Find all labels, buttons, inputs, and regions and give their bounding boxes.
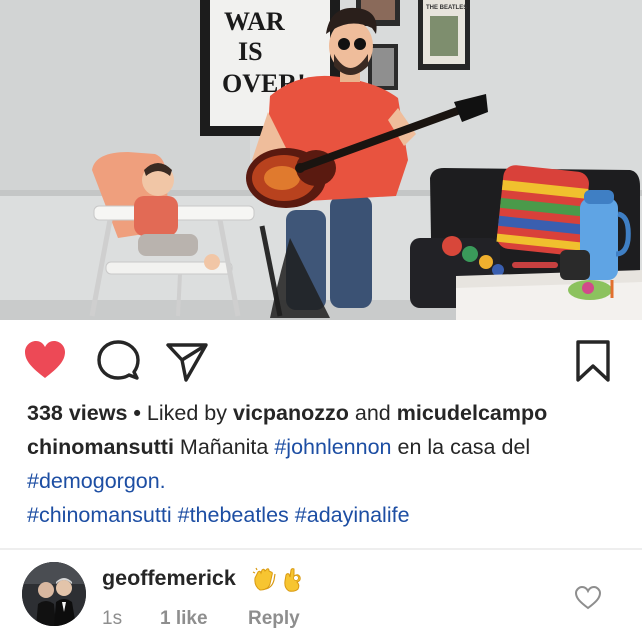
poster-text-is: IS [238, 37, 263, 66]
paper-plane-icon [166, 343, 208, 382]
poster-text-war: WAR [224, 7, 285, 36]
liked-by-prefix: Liked by [146, 401, 228, 425]
views-line: 338 views • Liked by vicpanozzo and micu… [27, 396, 627, 430]
comment-time: 1s [102, 608, 123, 629]
small-poster-text: THE BEATLES [426, 5, 467, 11]
post-caption: 338 views • Liked by vicpanozzo and micu… [27, 396, 627, 532]
like-button[interactable] [22, 338, 68, 384]
caption-line-3: #chinomansutti #thebeatles #adayinalife [27, 498, 627, 532]
clapping-hands-icon [252, 567, 276, 591]
save-button[interactable] [570, 338, 616, 384]
caption-text-1: Mañanita [179, 435, 269, 459]
comment-like-count[interactable]: 1 like [160, 608, 208, 630]
caption-line-1: chinomansutti Mañanita #johnlennon en la… [27, 430, 627, 464]
instagram-post: WAR IS OVER! THE BEATLES 338 views • Lik… [0, 0, 642, 641]
hashtag-demogorgon[interactable]: #demogorgon. [27, 469, 166, 493]
ok-hand-icon [284, 568, 301, 592]
avatar-photo [22, 562, 86, 626]
post-author[interactable]: chinomansutti [27, 435, 174, 459]
hashtag-adayinalife[interactable]: #adayinalife [295, 503, 410, 527]
heart-outline-icon [574, 585, 602, 610]
comment-bubble-icon [97, 340, 140, 380]
hashtag-thebeatles[interactable]: #thebeatles [178, 503, 289, 527]
separator-dot: • [133, 401, 141, 425]
comment-button[interactable] [96, 338, 142, 384]
share-button[interactable] [164, 338, 210, 384]
reply-button[interactable]: Reply [248, 608, 300, 630]
divider [0, 548, 642, 550]
hashtag-chinomansutti[interactable]: #chinomansutti [27, 503, 172, 527]
post-photo[interactable]: WAR IS OVER! THE BEATLES [0, 0, 642, 320]
photo-illustration: WAR IS OVER! THE BEATLES [0, 0, 642, 320]
heart-filled-icon [25, 341, 65, 378]
commenter-avatar[interactable] [22, 562, 86, 626]
hashtag-johnlennon[interactable]: #johnlennon [274, 435, 391, 459]
views-count[interactable]: 338 views [27, 401, 127, 425]
comment-like-button[interactable] [574, 585, 602, 611]
comment-username[interactable]: geoffemerick [102, 566, 236, 591]
caption-line-2: #demogorgon. [27, 464, 627, 498]
caption-text-2: en la casa del [397, 435, 531, 459]
liked-by-and: and [354, 401, 391, 425]
liked-by-user-1[interactable]: vicpanozzo [233, 401, 349, 425]
liked-by-user-2[interactable]: micudelcampo [397, 401, 548, 425]
bookmark-icon [576, 340, 610, 382]
post-actions-bar [0, 330, 642, 390]
